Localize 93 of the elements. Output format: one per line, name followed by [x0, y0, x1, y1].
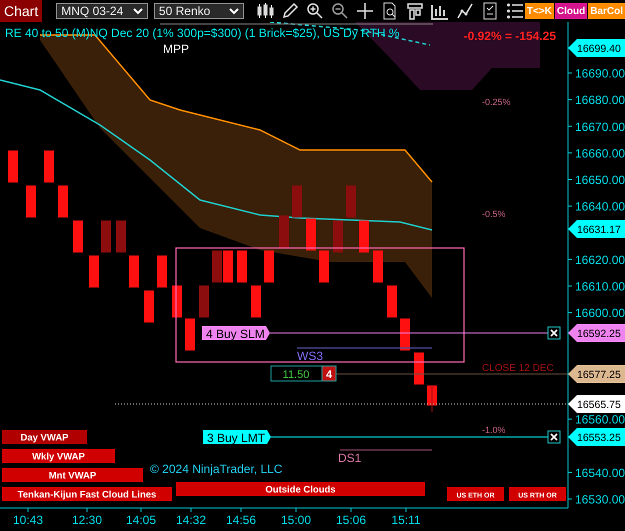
- time-axis-label: 15:06: [336, 513, 366, 527]
- renko-brick: [199, 286, 209, 318]
- renko-brick: [8, 150, 18, 182]
- pnl-text: -0.92% = -154.25: [464, 29, 556, 43]
- renko-brick: [157, 256, 167, 288]
- renko-brick: [73, 220, 83, 252]
- pencil-icon[interactable]: [280, 2, 299, 20]
- renko-brick: [414, 352, 424, 384]
- price-axis-label: 16640.00: [575, 200, 625, 214]
- renko-brick: [373, 250, 383, 282]
- price-axis-label: 16690.00: [575, 66, 625, 80]
- position-quantity: 4: [322, 366, 336, 382]
- mpp-label: MPP: [163, 42, 190, 56]
- indicator-toggle-button[interactable]: Cloud: [554, 3, 588, 19]
- price-tag: 16699.40: [568, 39, 625, 57]
- renko-brick: [101, 220, 111, 252]
- chart-button[interactable]: Chart: [0, 0, 42, 22]
- cancel-order-icon[interactable]: [548, 326, 560, 340]
- price-axis-label: 16530.00: [575, 492, 625, 506]
- renko-brick: [359, 220, 369, 252]
- ws3-label: WS3: [297, 349, 324, 363]
- indicator-label-button[interactable]: Wkly VWAP: [2, 449, 115, 463]
- renko-brick: [185, 318, 195, 350]
- candlestick-icon[interactable]: [256, 2, 274, 20]
- price-axis-label: 16670.00: [575, 120, 625, 134]
- crosshair-icon[interactable]: [356, 2, 374, 20]
- renko-brick: [89, 256, 99, 288]
- price-axis-label: 16650.00: [575, 173, 625, 187]
- percent-level-label: -1.0%: [482, 425, 506, 435]
- last-price-tag: 16565.75: [568, 395, 625, 413]
- time-axis-label: 15:00: [280, 513, 312, 527]
- indicator-label-button[interactable]: Tenkan-Kijun Fast Cloud Lines: [2, 487, 172, 501]
- time-axis-label: 14:05: [126, 513, 156, 527]
- price-axis-label: 16600.00: [575, 306, 625, 320]
- renko-brick: [264, 250, 274, 282]
- indicator-label-button[interactable]: Outside Clouds: [176, 482, 425, 496]
- instrument-dropdown[interactable]: MNQ 03-24: [56, 3, 148, 19]
- order-price-tag: 16592.25: [568, 324, 625, 342]
- order-label[interactable]: 3 Buy LMT: [203, 430, 271, 445]
- renko-brick: [346, 186, 356, 218]
- line-chart-icon[interactable]: [456, 2, 474, 20]
- renko-brick: [279, 216, 289, 248]
- renko-brick: [427, 384, 437, 412]
- time-axis-label: 10:43: [12, 513, 44, 527]
- copyright-text: © 2024 NinjaTrader, LLC: [150, 462, 282, 476]
- order-label[interactable]: 4 Buy SLM: [202, 326, 270, 341]
- renko-brick: [44, 150, 54, 182]
- price-tag: 16631.17: [568, 220, 625, 238]
- renko-brick: [116, 220, 126, 252]
- renko-brick: [223, 250, 233, 282]
- chevron-down-icon: [132, 8, 143, 14]
- renko-brick: [306, 218, 316, 250]
- renko-brick: [400, 318, 410, 350]
- cancel-order-icon[interactable]: [548, 430, 560, 444]
- price-axis-label: 16610.00: [575, 280, 625, 294]
- renko-brick: [58, 186, 68, 218]
- zoom-out-icon[interactable]: [330, 2, 349, 20]
- bar-chart-icon[interactable]: [430, 2, 449, 20]
- bar-type-dropdown[interactable]: 50 Renko: [154, 3, 244, 19]
- percent-level-label: -0.5%: [482, 209, 506, 219]
- checklist-icon[interactable]: [480, 2, 499, 20]
- list-icon[interactable]: [506, 2, 524, 20]
- price-axis-label: 16620.00: [575, 252, 625, 267]
- price-axis-label: 16680.00: [575, 93, 625, 108]
- price-axis-label: 16560.00: [575, 412, 625, 427]
- renko-brick: [26, 186, 36, 218]
- renko-brick: [319, 250, 329, 282]
- time-axis-label: 12:30: [72, 513, 102, 527]
- time-axis-label: 14:32: [176, 513, 206, 527]
- order-price-tag: 16553.25: [568, 428, 625, 446]
- time-axis-label: 14:56: [226, 513, 256, 527]
- renko-brick: [251, 286, 261, 318]
- renko-brick: [172, 286, 182, 318]
- properties-icon[interactable]: [406, 2, 424, 20]
- renko-brick: [144, 290, 154, 322]
- renko-brick: [387, 286, 397, 318]
- indicator-label-button[interactable]: Mnt VWAP: [2, 468, 143, 482]
- percent-level-label: -0.25%: [482, 97, 511, 107]
- renko-brick: [333, 220, 343, 252]
- zoom-in-icon[interactable]: [306, 2, 324, 20]
- position-pnl-field: 11.50: [270, 366, 322, 382]
- ds1-label: DS1: [338, 451, 362, 465]
- close-note-label: CLOSE 12 DEC: [482, 363, 554, 374]
- renko-brick: [212, 250, 222, 282]
- price-axis-label: 16540.00: [575, 466, 625, 480]
- position-price-tag: 16577.25: [568, 365, 625, 383]
- price-axis-label: 16660.00: [575, 146, 625, 160]
- time-axis-label: 15:11: [391, 513, 421, 527]
- chevron-down-icon: [228, 8, 239, 14]
- renko-brick: [237, 250, 247, 282]
- indicator-label-button[interactable]: Day VWAP: [2, 430, 87, 444]
- renko-brick: [292, 186, 302, 218]
- renko-brick: [129, 256, 139, 288]
